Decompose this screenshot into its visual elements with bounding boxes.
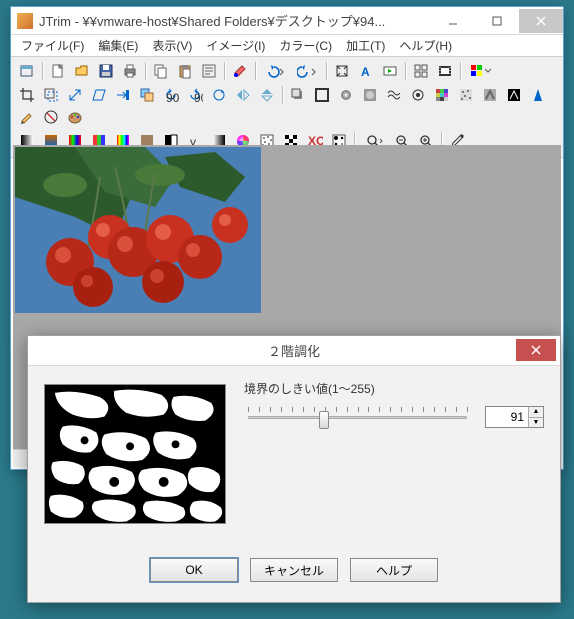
menu-file[interactable]: ファイル(F) — [15, 34, 90, 57]
maximize-button[interactable] — [475, 9, 519, 33]
title-bar[interactable]: JTrim - ¥¥vmware-host¥Shared Folders¥デスク… — [11, 7, 563, 35]
ok-button[interactable]: OK — [150, 558, 238, 582]
image-canvas[interactable] — [15, 147, 261, 313]
spread-icon[interactable] — [454, 84, 478, 106]
menu-bar: ファイル(F) 編集(E) 表示(V) イメージ(I) カラー(C) 加工(T)… — [11, 35, 563, 57]
menu-process[interactable]: 加工(T) — [340, 34, 391, 57]
paint-icon[interactable] — [228, 60, 252, 82]
threshold-slider[interactable] — [244, 403, 471, 431]
emboss-gray-icon[interactable] — [478, 84, 502, 106]
skew-icon[interactable] — [87, 84, 111, 106]
cancel-button[interactable]: キャンセル — [250, 558, 338, 582]
preview-thumbnail — [44, 384, 226, 524]
threshold-spinner[interactable]: ▲ ▼ — [485, 406, 544, 428]
toolbar-container: A 90 90 — [11, 57, 563, 158]
minimize-button[interactable] — [431, 9, 475, 33]
edge-icon[interactable] — [502, 84, 526, 106]
mosaic-icon[interactable] — [430, 84, 454, 106]
wave-icon[interactable] — [382, 84, 406, 106]
dialog-close-button[interactable] — [516, 339, 556, 361]
svg-text:90: 90 — [166, 91, 179, 103]
open-icon[interactable] — [70, 60, 94, 82]
redo-icon[interactable] — [291, 60, 323, 82]
shift-icon[interactable] — [111, 84, 135, 106]
menu-help[interactable]: ヘルプ(H) — [393, 34, 458, 57]
border-icon[interactable] — [310, 84, 334, 106]
svg-text:90: 90 — [194, 91, 203, 103]
slideshow-icon[interactable] — [378, 60, 402, 82]
lens-icon[interactable] — [406, 84, 430, 106]
menu-color[interactable]: カラー(C) — [273, 34, 338, 57]
oilpaint-icon[interactable] — [63, 106, 87, 128]
color-swatch-dropdown-icon[interactable] — [464, 60, 496, 82]
pencil-draw-icon[interactable] — [15, 106, 39, 128]
gaussian-blur-icon[interactable] — [358, 84, 382, 106]
spinner-down-icon[interactable]: ▼ — [529, 418, 543, 428]
rotate-left-icon[interactable]: 90 — [159, 84, 183, 106]
menu-image[interactable]: イメージ(I) — [200, 34, 271, 57]
save-icon[interactable] — [94, 60, 118, 82]
resize-canvas-icon[interactable] — [39, 84, 63, 106]
dialog-title-bar[interactable]: ２階調化 — [28, 336, 560, 366]
undo-icon[interactable] — [259, 60, 291, 82]
crop-icon[interactable] — [15, 84, 39, 106]
resize-icon[interactable] — [63, 84, 87, 106]
new-window-icon[interactable] — [15, 60, 39, 82]
flip-h-icon[interactable] — [231, 84, 255, 106]
sharpen-icon[interactable] — [526, 84, 550, 106]
menu-view[interactable]: 表示(V) — [146, 34, 198, 57]
paste-icon[interactable] — [173, 60, 197, 82]
window-title: JTrim - ¥¥vmware-host¥Shared Folders¥デスク… — [39, 11, 431, 30]
spinner-up-icon[interactable]: ▲ — [529, 407, 543, 418]
rotate-free-icon[interactable] — [207, 84, 231, 106]
menu-edit[interactable]: 編集(E) — [92, 34, 144, 57]
svg-text:A: A — [361, 65, 370, 79]
dialog-title: ２階調化 — [268, 341, 320, 360]
blur-icon[interactable] — [334, 84, 358, 106]
new-file-icon[interactable] — [46, 60, 70, 82]
fullscreen-icon[interactable] — [330, 60, 354, 82]
filmstrip-icon[interactable] — [433, 60, 457, 82]
copy-icon[interactable] — [149, 60, 173, 82]
close-button[interactable] — [519, 9, 563, 33]
threshold-label: 境界のしきい値(1～255) — [244, 380, 544, 397]
shadow-icon[interactable] — [286, 84, 310, 106]
text-icon-1[interactable] — [197, 60, 221, 82]
threshold-dialog: ２階調化 — [27, 335, 561, 603]
text-a-icon[interactable]: A — [354, 60, 378, 82]
grid-icon[interactable] — [409, 60, 433, 82]
rotate-right-icon[interactable]: 90 — [183, 84, 207, 106]
overlay-icon[interactable] — [135, 84, 159, 106]
app-icon — [17, 13, 33, 29]
noise-filter-icon[interactable] — [39, 106, 63, 128]
threshold-input[interactable] — [486, 407, 528, 427]
print-icon[interactable] — [118, 60, 142, 82]
flip-v-icon[interactable] — [255, 84, 279, 106]
help-button[interactable]: ヘルプ — [350, 558, 438, 582]
